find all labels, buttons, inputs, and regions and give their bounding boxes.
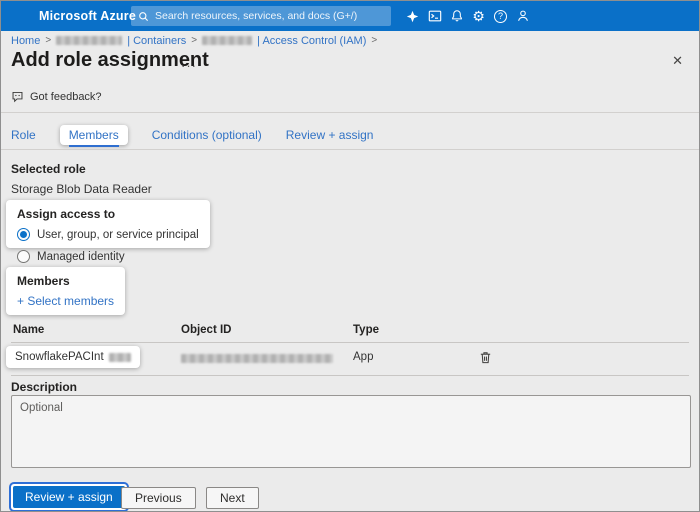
radio-unselected-icon xyxy=(17,250,30,263)
topbar-icon-group: ⚙ ? xyxy=(405,1,530,31)
breadcrumb-separator: > xyxy=(191,35,198,46)
redacted-resource-name xyxy=(56,36,123,45)
cloud-shell-icon[interactable] xyxy=(427,8,442,24)
member-name-highlight: SnowflakePACInt xyxy=(6,346,140,368)
notifications-icon[interactable] xyxy=(449,8,464,24)
description-input[interactable] xyxy=(11,395,691,468)
members-label: Members xyxy=(17,274,70,288)
members-tab-highlight: Members xyxy=(59,122,128,147)
topbar: Microsoft Azure Search resources, servic… xyxy=(1,1,699,31)
previous-button[interactable]: Previous xyxy=(121,487,196,509)
selected-role-label: Selected role xyxy=(11,162,86,176)
feedback-person-icon[interactable] xyxy=(515,8,530,24)
review-assign-button[interactable]: Review + assign xyxy=(13,486,125,508)
search-icon xyxy=(138,11,149,22)
more-menu-icon[interactable]: ··· xyxy=(181,58,197,73)
divider xyxy=(1,149,699,150)
select-members-link[interactable]: + Select members xyxy=(17,294,114,308)
azure-portal-window: Microsoft Azure Search resources, servic… xyxy=(0,0,700,512)
radio-selected-icon xyxy=(17,228,30,241)
search-placeholder: Search resources, services, and docs (G+… xyxy=(155,10,358,22)
divider xyxy=(1,112,699,113)
member-name: SnowflakePACInt xyxy=(15,351,104,363)
feedback-link[interactable]: Got feedback? xyxy=(11,90,102,103)
column-header-type: Type xyxy=(353,324,379,336)
column-header-object-id: Object ID xyxy=(181,324,232,336)
tab-bar: Role Members Conditions (optional) Revie… xyxy=(11,122,397,148)
redacted-name-suffix xyxy=(108,352,131,362)
assign-access-label: Assign access to xyxy=(17,207,116,221)
global-search-input[interactable]: Search resources, services, and docs (G+… xyxy=(131,6,391,26)
azure-brand[interactable]: Microsoft Azure xyxy=(39,1,136,31)
radio-managed-identity[interactable]: Managed identity xyxy=(17,250,125,263)
help-icon[interactable]: ? xyxy=(493,8,508,24)
settings-icon[interactable]: ⚙ xyxy=(471,8,486,24)
radio-label: Managed identity xyxy=(37,250,125,263)
tab-members[interactable]: Members xyxy=(68,122,119,147)
table-row: SnowflakePACInt App xyxy=(6,342,689,376)
tab-role[interactable]: Role xyxy=(11,122,36,148)
table-header: Name Object ID Type xyxy=(11,321,689,343)
member-type: App xyxy=(353,351,374,363)
next-button[interactable]: Next xyxy=(206,487,259,509)
breadcrumb-separator: > xyxy=(371,35,378,46)
delete-member-icon[interactable] xyxy=(478,350,493,370)
tab-conditions[interactable]: Conditions (optional) xyxy=(152,122,262,148)
redacted-object-id xyxy=(181,354,333,363)
feedback-icon xyxy=(11,90,24,103)
members-highlight: Members + Select members xyxy=(6,267,126,315)
breadcrumb-home[interactable]: Home xyxy=(11,35,40,47)
page-title: Add role assignment xyxy=(11,49,209,71)
breadcrumb: Home > | Containers > | Access Control (… xyxy=(11,33,377,48)
radio-label: User, group, or service principal xyxy=(37,228,199,241)
tab-review-assign[interactable]: Review + assign xyxy=(286,122,374,148)
column-header-name: Name xyxy=(13,324,45,336)
assign-access-highlight: Assign access to User, group, or service… xyxy=(6,200,210,248)
selected-role-value: Storage Blob Data Reader xyxy=(11,182,152,196)
breadcrumb-iam[interactable]: | Access Control (IAM) xyxy=(257,35,366,47)
close-icon[interactable]: ✕ xyxy=(672,53,683,69)
radio-user-group-service-principal[interactable]: User, group, or service principal xyxy=(17,228,199,241)
breadcrumb-separator: > xyxy=(45,35,52,46)
review-assign-annotation: Review + assign xyxy=(9,482,129,511)
feedback-label: Got feedback? xyxy=(30,90,102,103)
description-label: Description xyxy=(11,380,78,394)
breadcrumb-containers[interactable]: | Containers xyxy=(127,35,186,47)
redacted-container-name xyxy=(202,36,253,45)
copilot-icon[interactable] xyxy=(405,8,420,24)
